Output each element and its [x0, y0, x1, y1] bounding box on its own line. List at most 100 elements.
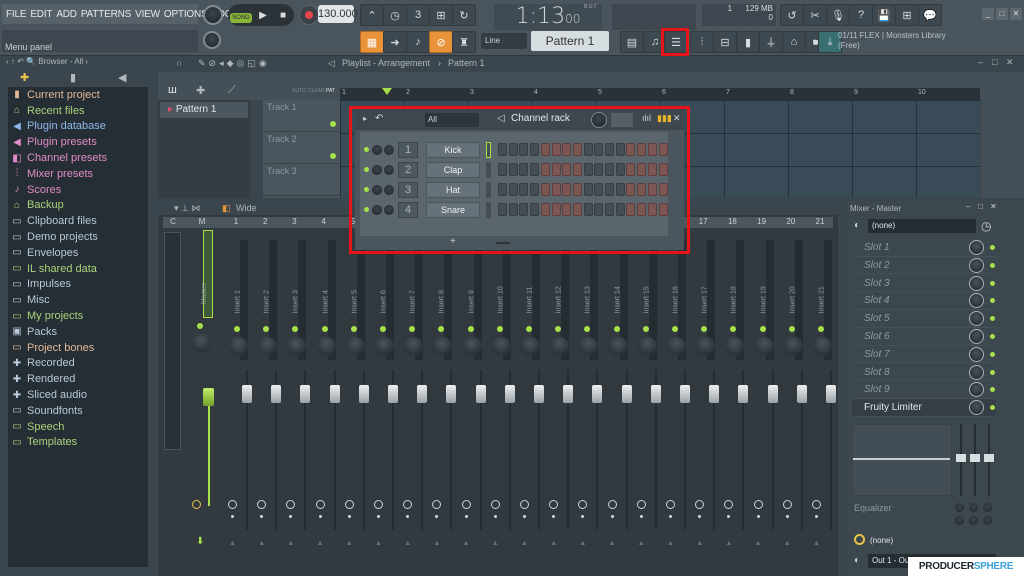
eq-knob[interactable]: [983, 503, 992, 512]
insert-clock-icon[interactable]: [695, 500, 705, 509]
insert-fader[interactable]: [388, 385, 398, 403]
browser-item[interactable]: ◀ Plugin database: [8, 119, 148, 135]
insert-route-dot[interactable]: [581, 515, 585, 518]
record-audio-button[interactable]: 🎙: [826, 4, 850, 26]
mixer-effect-slot[interactable]: Slot 1: [852, 239, 996, 257]
browser-item[interactable]: ⌂ Recent files: [8, 103, 148, 119]
insert-mute-led[interactable]: [467, 326, 474, 332]
chat-button[interactable]: 💬: [918, 4, 942, 26]
insert-route-arrow-icon[interactable]: ▲: [521, 540, 528, 547]
mixer-width-select[interactable]: Wide: [236, 203, 257, 213]
insert-route-dot[interactable]: [815, 515, 818, 518]
multilink-button[interactable]: ♜: [452, 31, 476, 53]
browser-item[interactable]: ▭ My projects: [8, 308, 148, 324]
news-panel[interactable]: 01/11 FLEX | Monsters Library (Free): [838, 31, 950, 51]
insert-pan-knob[interactable]: [636, 337, 657, 355]
insert-clock-icon[interactable]: [753, 500, 763, 509]
step-button[interactable]: ♪: [406, 31, 430, 53]
browser-item[interactable]: ✚ Sliced audio: [8, 387, 148, 403]
tempo-display[interactable]: 130.000: [318, 5, 358, 23]
track-mute-led[interactable]: [330, 121, 336, 127]
step-edit-button[interactable]: ⊞: [429, 4, 453, 26]
cut-button[interactable]: ✂: [803, 4, 827, 26]
mixer-tool-icons[interactable]: ▾ ⊥ ⋈: [174, 203, 200, 214]
loop-record-button[interactable]: ↻: [452, 4, 476, 26]
insert-route-arrow-icon[interactable]: ▲: [609, 540, 616, 547]
insert-clock-icon[interactable]: [432, 500, 442, 509]
insert-mute-led[interactable]: [818, 326, 824, 332]
insert-clock-icon[interactable]: [461, 500, 471, 509]
slot-enable-led[interactable]: [990, 298, 995, 304]
insert-fader[interactable]: [300, 385, 311, 403]
eq-knob[interactable]: [955, 516, 964, 525]
insert-route-arrow-icon[interactable]: ▲: [784, 540, 791, 547]
insert-route-dot[interactable]: [698, 515, 702, 518]
insert-fader[interactable]: [446, 385, 457, 403]
audio-input-select[interactable]: (none): [868, 219, 976, 233]
insert-route-dot[interactable]: [464, 515, 468, 518]
mixer-insert-strip[interactable]: Insert 2 ▲: [255, 230, 282, 570]
insert-route-dot[interactable]: [493, 515, 497, 518]
save-button[interactable]: 💾: [872, 4, 896, 26]
browser-item[interactable]: ▭ Soundfonts: [8, 403, 148, 419]
browser-item[interactable]: ▭ Speech: [8, 419, 148, 435]
playlist-scrollbar[interactable]: [981, 88, 1024, 198]
menu-patterns[interactable]: PATTERNS: [81, 9, 131, 20]
browser-item[interactable]: ✚ Recorded: [8, 356, 148, 372]
link-button[interactable]: ⊘: [429, 31, 453, 53]
mixer-effect-slot[interactable]: Slot 5: [852, 310, 996, 328]
insert-mute-led[interactable]: [672, 326, 678, 332]
slot-mix-knob[interactable]: [969, 275, 984, 291]
insert-route-arrow-icon[interactable]: ▲: [667, 540, 674, 547]
master-fader[interactable]: [203, 388, 214, 406]
insert-route-arrow-icon[interactable]: ▲: [287, 540, 294, 547]
insert-fader[interactable]: [417, 385, 428, 403]
slot-enable-led[interactable]: [990, 334, 995, 339]
mixer-layout-icon[interactable]: ◧: [222, 203, 231, 214]
insert-route-dot[interactable]: [639, 515, 643, 518]
insert-mute-led[interactable]: [526, 326, 532, 332]
insert-pan-knob[interactable]: [461, 337, 482, 355]
insert-route-arrow-icon[interactable]: ▲: [463, 540, 470, 547]
all-tab-icon[interactable]: ✚: [20, 71, 29, 84]
mixer-insert-strip[interactable]: Insert 10 ▲: [489, 230, 515, 570]
magnet-icon[interactable]: ∩: [176, 58, 182, 68]
browser-item[interactable]: ▮ Current project: [8, 87, 148, 103]
insert-pan-knob[interactable]: [344, 337, 365, 355]
browser-item[interactable]: ♪ Scores: [8, 182, 148, 198]
insert-clock-icon[interactable]: [374, 500, 383, 509]
insert-fader[interactable]: [621, 385, 632, 403]
insert-pan-knob[interactable]: [228, 337, 248, 355]
metronome-button[interactable]: ⌃: [360, 4, 384, 26]
insert-clock-icon[interactable]: [520, 500, 529, 509]
browser-item[interactable]: ⌂ Backup: [8, 198, 148, 214]
menu-view[interactable]: VIEW: [135, 9, 160, 20]
play-button[interactable]: ▶: [252, 4, 274, 26]
master-volume-knob[interactable]: [203, 5, 223, 25]
send-target[interactable]: (none): [870, 536, 893, 545]
mixer-insert-strip[interactable]: Insert 16 ▲: [664, 230, 690, 570]
master-pitch-knob[interactable]: [203, 31, 221, 49]
insert-pan-knob[interactable]: [315, 337, 336, 355]
insert-route-dot[interactable]: [756, 515, 760, 518]
insert-fader[interactable]: [563, 385, 574, 403]
slot-fader-handle[interactable]: [984, 454, 994, 462]
mixer-effect-slot[interactable]: Slot 2: [852, 257, 996, 275]
master-clock-icon[interactable]: [192, 500, 201, 509]
song-mode-toggle[interactable]: SONG: [230, 13, 252, 23]
insert-pan-knob[interactable]: [812, 337, 832, 355]
mixer-insert-strip[interactable]: Insert 13 ▲: [576, 230, 603, 570]
mixer-insert-strip[interactable]: Insert 3 ▲: [284, 230, 311, 570]
insert-clock-icon[interactable]: [490, 500, 500, 509]
mixer-effect-slot[interactable]: Slot 9: [852, 381, 996, 399]
browser-button[interactable]: ⊟: [713, 31, 737, 53]
insert-route-arrow-icon[interactable]: ▲: [813, 540, 820, 547]
insert-pan-knob[interactable]: [520, 337, 540, 355]
pattern-selector[interactable]: Pattern 1: [531, 31, 609, 51]
project-button[interactable]: ▮: [736, 31, 760, 53]
browser-item[interactable]: ▭ Envelopes: [8, 245, 148, 261]
browser-item[interactable]: ✚ Rendered: [8, 371, 148, 387]
playlist-minimize-icon[interactable]: –: [978, 57, 983, 67]
browser-item[interactable]: ▭ Demo projects: [8, 229, 148, 245]
playhead-marker[interactable]: [382, 88, 392, 95]
